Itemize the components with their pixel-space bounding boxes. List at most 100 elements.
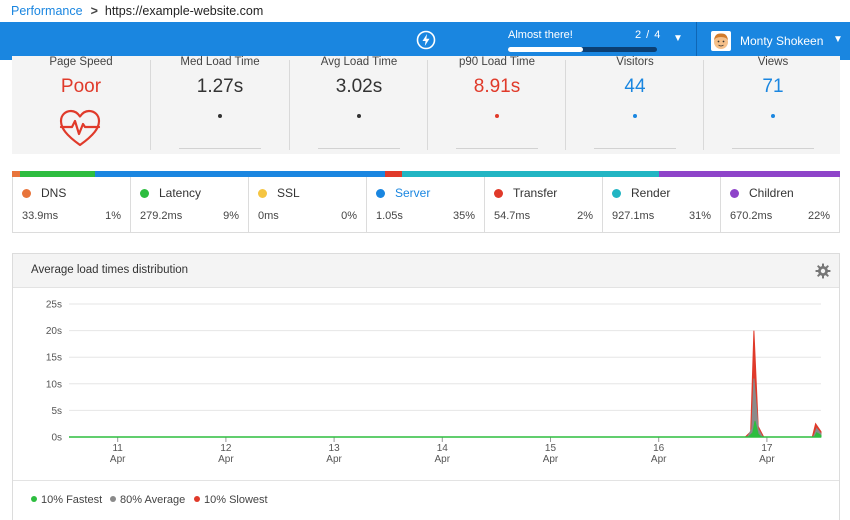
- load-phase-breakdown: DNS 33.9ms 1% Latency 279.2ms 9% SSL 0ms 0% Serve…: [12, 177, 840, 233]
- phase-time: 54.7ms: [494, 210, 531, 222]
- metric-dot: [495, 114, 499, 118]
- phase-time: 0ms: [258, 210, 279, 222]
- metric-views[interactable]: Views 71: [704, 56, 842, 154]
- phase-latency[interactable]: Latency 279.2ms 9%: [131, 177, 249, 232]
- phase-dot: [376, 189, 385, 198]
- progress-label: Almost there!: [508, 29, 573, 41]
- phase-name: Render: [631, 186, 671, 200]
- phase-time: 33.9ms: [22, 210, 59, 222]
- phase-dot: [730, 189, 739, 198]
- phase-name: SSL: [277, 186, 300, 200]
- legend-item[interactable]: 10% Fastest: [31, 494, 102, 506]
- phase-time: 670.2ms: [730, 210, 773, 222]
- x-tick-label: Apr: [759, 454, 775, 465]
- phase-render[interactable]: Render 927.1ms 31%: [603, 177, 721, 232]
- phase-time: 1.05s: [376, 210, 403, 222]
- metric-dot: [771, 114, 775, 118]
- metric-value: 44: [624, 76, 646, 97]
- metric-label: Page Speed: [49, 56, 113, 68]
- phase-percent: 1%: [105, 210, 121, 222]
- phase-dot: [140, 189, 149, 198]
- legend-label: 10% Slowest: [204, 494, 268, 506]
- metric-page-speed[interactable]: Page Speed Poor: [12, 56, 150, 154]
- metric-value: 1.27s: [196, 76, 244, 97]
- x-tick-label: 12: [220, 443, 232, 454]
- series-area-80-average: [69, 378, 822, 438]
- x-tick-label: 14: [437, 443, 449, 454]
- metric-label: Views: [757, 56, 789, 68]
- x-tick-label: Apr: [326, 454, 342, 465]
- phase-dot: [22, 189, 31, 198]
- panel-title: Average load times distribution: [31, 264, 189, 276]
- top-bar: Almost there! 2 / 4 ▼ Monty Shokeen ▼: [0, 22, 850, 60]
- x-tick-label: Apr: [110, 454, 126, 465]
- legend-label: 10% Fastest: [41, 494, 103, 506]
- x-tick-label: Apr: [435, 454, 451, 465]
- metric-label: Avg Load Time: [320, 56, 398, 68]
- user-menu[interactable]: Monty Shokeen ▼: [711, 22, 850, 60]
- legend-label: 80% Average: [120, 494, 186, 506]
- phase-percent: 31%: [688, 210, 711, 222]
- phase-dns[interactable]: DNS 33.9ms 1%: [13, 177, 131, 232]
- progress-fill: [508, 47, 583, 52]
- x-tick-label: Apr: [543, 454, 559, 465]
- onboarding-progress[interactable]: Almost there! 2 / 4 ▼: [498, 22, 694, 60]
- heart-pulse-icon: [59, 109, 101, 147]
- x-tick-label: 15: [545, 443, 557, 454]
- metric-med-load-time[interactable]: Med Load Time 1.27s: [151, 56, 289, 154]
- metric-value: 8.91s: [473, 76, 521, 97]
- phase-name: Latency: [159, 186, 202, 200]
- y-tick-label: 5s: [51, 406, 62, 417]
- y-tick-label: 15s: [46, 353, 62, 364]
- metric-divider: [318, 148, 400, 149]
- phase-name: Server: [395, 186, 431, 200]
- metric-dot: [218, 114, 222, 118]
- phase-name: DNS: [41, 186, 67, 200]
- metric-value: 3.02s: [335, 76, 383, 97]
- x-tick-label: 17: [761, 443, 773, 454]
- metric-p90-load-time[interactable]: p90 Load Time 8.91s: [428, 56, 566, 154]
- progress-dropdown-icon[interactable]: ▼: [673, 33, 683, 44]
- gear-icon[interactable]: [815, 263, 831, 279]
- x-tick-label: 11: [112, 443, 123, 454]
- x-tick-label: Apr: [218, 454, 234, 465]
- y-tick-label: 10s: [46, 379, 62, 390]
- phase-name: Children: [749, 186, 794, 200]
- user-name: Monty Shokeen: [740, 34, 824, 48]
- phase-dot: [258, 189, 267, 198]
- breadcrumb: Performance > https://example-website.com: [0, 0, 850, 22]
- metric-visitors[interactable]: Visitors 44: [566, 56, 704, 154]
- phase-percent: 0%: [341, 210, 357, 222]
- phase-percent: 22%: [807, 210, 830, 222]
- metric-avg-load-time[interactable]: Avg Load Time 3.02s: [290, 56, 428, 154]
- phase-name: Transfer: [513, 186, 558, 200]
- legend-item[interactable]: 80% Average: [110, 494, 185, 506]
- phase-transfer[interactable]: Transfer 54.7ms 2%: [485, 177, 603, 232]
- legend-item[interactable]: 10% Slowest: [194, 494, 268, 506]
- metric-label: Med Load Time: [180, 56, 260, 68]
- x-tick-label: 16: [653, 443, 665, 454]
- phase-ssl[interactable]: SSL 0ms 0%: [249, 177, 367, 232]
- breadcrumb-separator: >: [90, 4, 98, 18]
- legend-dot: [194, 496, 200, 502]
- breadcrumb-performance-link[interactable]: Performance: [11, 4, 83, 18]
- progress-bar: [508, 47, 657, 52]
- metric-divider: [179, 148, 261, 149]
- phase-dot: [494, 189, 503, 198]
- load-distribution-chart: 25s20s15s10s5s0s11Apr12Apr13Apr14Apr15Ap…: [46, 300, 822, 465]
- phase-children[interactable]: Children 670.2ms 22%: [721, 177, 839, 232]
- metric-dot: [357, 114, 361, 118]
- x-tick-label: 13: [329, 443, 341, 454]
- progress-count: 2 / 4: [635, 29, 662, 41]
- user-dropdown-icon[interactable]: ▼: [833, 34, 843, 45]
- metric-divider: [594, 148, 676, 149]
- metrics-row: Page Speed Poor Med Load Time 1.27s Avg …: [12, 56, 840, 154]
- metric-label: p90 Load Time: [458, 56, 536, 68]
- y-tick-label: 20s: [46, 326, 62, 337]
- legend-dot: [110, 496, 116, 502]
- bolt-icon[interactable]: [416, 30, 436, 50]
- phase-server[interactable]: Server 1.05s 35%: [367, 177, 485, 232]
- x-tick-label: Apr: [651, 454, 667, 465]
- avatar: [711, 31, 731, 51]
- series-area-10-fastest: [69, 420, 822, 438]
